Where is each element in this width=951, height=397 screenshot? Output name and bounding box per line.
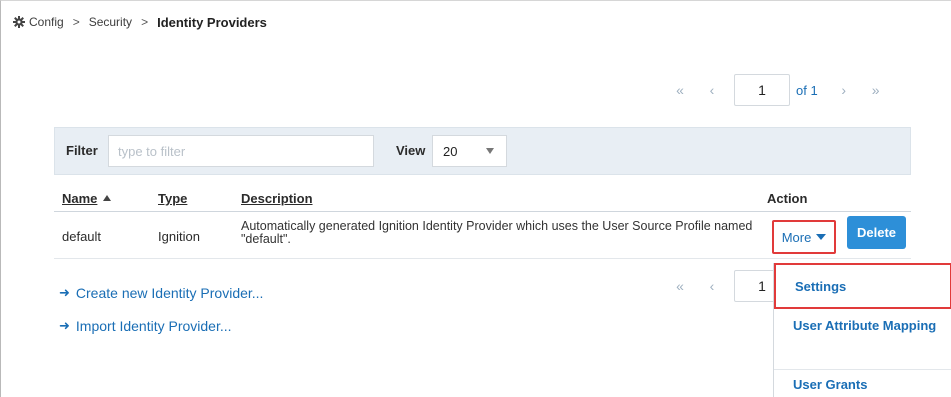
column-header-name[interactable]: Name <box>62 191 112 206</box>
more-button-label: More <box>781 229 812 245</box>
prev-page-button[interactable]: ‹ <box>696 82 728 98</box>
caret-down-icon <box>816 234 827 240</box>
create-identity-provider-link[interactable]: ➜ Create new Identity Provider... <box>59 285 263 301</box>
prev-page-button[interactable]: ‹ <box>696 278 728 294</box>
breadcrumb-separator: > <box>141 15 149 29</box>
filter-bar: Filter type to filter View 20 <box>54 127 911 175</box>
breadcrumb-config-link[interactable]: Config <box>29 15 64 29</box>
first-page-button[interactable]: « <box>664 82 696 98</box>
row-type-cell: Ignition <box>158 229 200 244</box>
more-actions-menu: Settings User Attribute Mapping User Gra… <box>773 263 951 397</box>
view-count-value: 20 <box>443 144 458 159</box>
breadcrumb-separator: > <box>72 15 80 29</box>
arrow-right-icon: ➜ <box>59 318 70 333</box>
column-header-action: Action <box>767 191 808 206</box>
page-number-input[interactable]: 1 <box>734 74 790 106</box>
menu-item-settings[interactable]: Settings <box>774 263 951 309</box>
first-page-button[interactable]: « <box>664 278 696 294</box>
page-title: Identity Providers <box>157 14 267 30</box>
import-identity-provider-link[interactable]: ➜ Import Identity Provider... <box>59 318 232 334</box>
menu-item-user-attribute-mapping[interactable]: User Attribute Mapping <box>774 318 951 370</box>
pager-top: « ‹ 1 of 1 › » <box>664 74 892 106</box>
page-count-label: of 1 <box>796 82 818 98</box>
chevron-down-icon <box>486 148 494 154</box>
breadcrumb-security-link[interactable]: Security <box>89 15 132 29</box>
table-header: Name Type Description Action <box>54 186 911 212</box>
view-count-select[interactable]: 20 <box>432 135 507 167</box>
more-actions-button[interactable]: More <box>772 220 836 254</box>
column-header-name-label: Name <box>62 191 98 206</box>
delete-button[interactable]: Delete <box>847 216 906 249</box>
table-row: default Ignition Automatically generated… <box>54 213 911 259</box>
create-link-label: Create new Identity Provider... <box>75 285 264 301</box>
gear-icon <box>13 16 25 28</box>
last-page-button[interactable]: » <box>860 82 892 98</box>
menu-item-user-grants[interactable]: User Grants <box>774 377 951 392</box>
filter-input[interactable]: type to filter <box>108 135 374 167</box>
column-header-description[interactable]: Description <box>241 191 313 206</box>
filter-label: Filter <box>66 143 98 158</box>
view-label: View <box>396 143 426 158</box>
column-header-type[interactable]: Type <box>158 191 187 206</box>
row-description-cell: Automatically generated Ignition Identit… <box>241 219 753 246</box>
next-page-button[interactable]: › <box>828 82 860 98</box>
import-link-label: Import Identity Provider... <box>75 318 232 334</box>
arrow-right-icon: ➜ <box>59 285 70 300</box>
sort-ascending-icon <box>103 195 112 201</box>
breadcrumb: Config > Security > Identity Providers <box>13 12 267 32</box>
row-name-cell: default <box>62 229 102 244</box>
